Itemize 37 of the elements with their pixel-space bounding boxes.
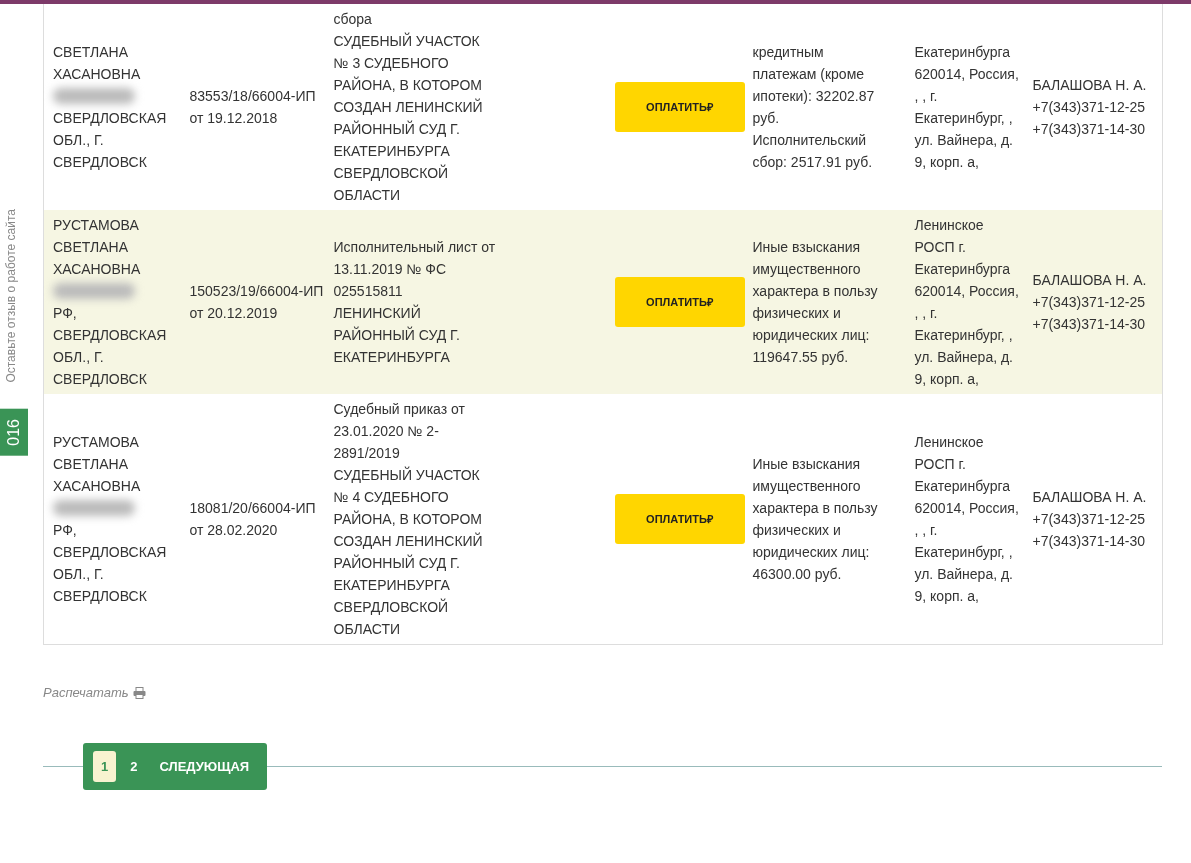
debtor-name: РУСТАМОВА СВЕТЛАНА ХАСАНОВНА	[53, 216, 142, 279]
debt-subject: Иные взыскания имущественного характера в пользу физических и юридических лиц: 46300.00 руб.	[752, 455, 879, 584]
document-text: сбора СУДЕБНЫЙ УЧАСТОК № 3 СУДЕБНОГО РАЙОНА, В КОТОРОМ СОЗДАН ЛЕНИНСКИЙ РАЙОННЫЙ СУД Г. ЕКАТЕРИНБУРГА СВЕРДЛОВСКОЙ ОБЛАСТИ	[333, 10, 484, 205]
debtor-address: РФ, СВЕРДЛОВСКАЯ ОБЛ., Г. СВЕРДЛОВСК	[53, 304, 168, 389]
bailiff-name: БАЛАШОВА Н. А.	[1032, 76, 1148, 95]
phone-number: +7(343)371-12-25	[1032, 510, 1146, 529]
bailiff-name: БАЛАШОВА Н. А.	[1032, 271, 1148, 290]
debtor-address: СВЕРДЛОВСКАЯ ОБЛ., Г. СВЕРДЛОВСК	[53, 109, 168, 172]
debtor-name: СВЕТЛАНА ХАСАНОВНА	[53, 43, 142, 84]
pay-button[interactable]: ОПЛАТИТЬ₽	[614, 494, 745, 544]
page-link[interactable]: 1	[93, 750, 117, 782]
printer-icon	[132, 686, 146, 699]
phone-number: +7(343)371-12-25	[1032, 293, 1146, 312]
page-link[interactable]: 2	[122, 750, 146, 782]
debtor-name: РУСТАМОВА СВЕТЛАНА ХАСАНОВНА	[53, 433, 142, 496]
department-address: Екатеринбурга 620014, Россия, , , г. Екатеринбург, , ул. Вайнера, д. 9, корп. а,	[914, 43, 1020, 172]
pay-button[interactable]: ОПЛАТИТЬ₽	[614, 277, 745, 327]
phone-number: +7(343)371-14-30	[1032, 120, 1146, 139]
proceeding-number: 83553/18/66004-ИП от 19.12.2018	[189, 87, 317, 128]
department-address: Ленинское РОСП г. Екатеринбурга 620014, Россия, , , г. Екатеринбург, , ул. Вайнера, д. 9, корп. а,	[914, 433, 1020, 606]
document-text: Судебный приказ от 23.01.2020 № 2-2891/2019 СУДЕБНЫЙ УЧАСТОК № 4 СУДЕБНОГО РАЙОНА, В КОТОРОМ СОЗДАН ЛЕНИНСКИЙ РАЙОННЫЙ СУД Г. ЕКАТЕРИНБУРГА СВЕРДЛОВСКОЙ ОБЛАСТИ	[333, 400, 484, 639]
proceeding-number: 18081/20/66004-ИП от 28.02.2020	[189, 499, 317, 540]
year-tab[interactable]: 016	[0, 408, 28, 456]
department-address: Ленинское РОСП г. Екатеринбурга 620014, Россия, , , г. Екатеринбург, , ул. Вайнера, д. 9, корп. а,	[914, 216, 1020, 389]
phone-number: +7(343)371-14-30	[1032, 315, 1146, 334]
phone-number: +7(343)371-12-25	[1032, 98, 1146, 117]
pay-button[interactable]: ОПЛАТИТЬ₽	[614, 82, 745, 132]
phone-number: +7(343)371-14-30	[1032, 532, 1146, 551]
debt-subject: кредитным платежам (кроме ипотеки): 32202.87 руб. Исполнительский сбор: 2517.91 руб.	[752, 43, 876, 172]
debtor-address: РФ, СВЕРДЛОВСКАЯ ОБЛ., Г. СВЕРДЛОВСК	[53, 521, 168, 606]
proceeding-number: 150523/19/66004-ИП от 20.12.2019	[189, 282, 325, 323]
debt-subject: Иные взыскания имущественного характера в пользу физических и юридических лиц: 119647.55 руб.	[752, 238, 879, 367]
bailiff-name: БАЛАШОВА Н. А.	[1032, 488, 1148, 507]
page-link[interactable]: СЛЕДУЮЩАЯ	[151, 750, 258, 782]
feedback-tab[interactable]: Оставьте отзыв о работе сайта	[2, 209, 20, 383]
print-link[interactable]: Распечатать	[43, 683, 129, 703]
document-text: Исполнительный лист от 13.11.2019 № ФС 025515811 ЛЕНИНСКИЙ РАЙОННЫЙ СУД Г. ЕКАТЕРИНБУРГА	[333, 238, 497, 367]
